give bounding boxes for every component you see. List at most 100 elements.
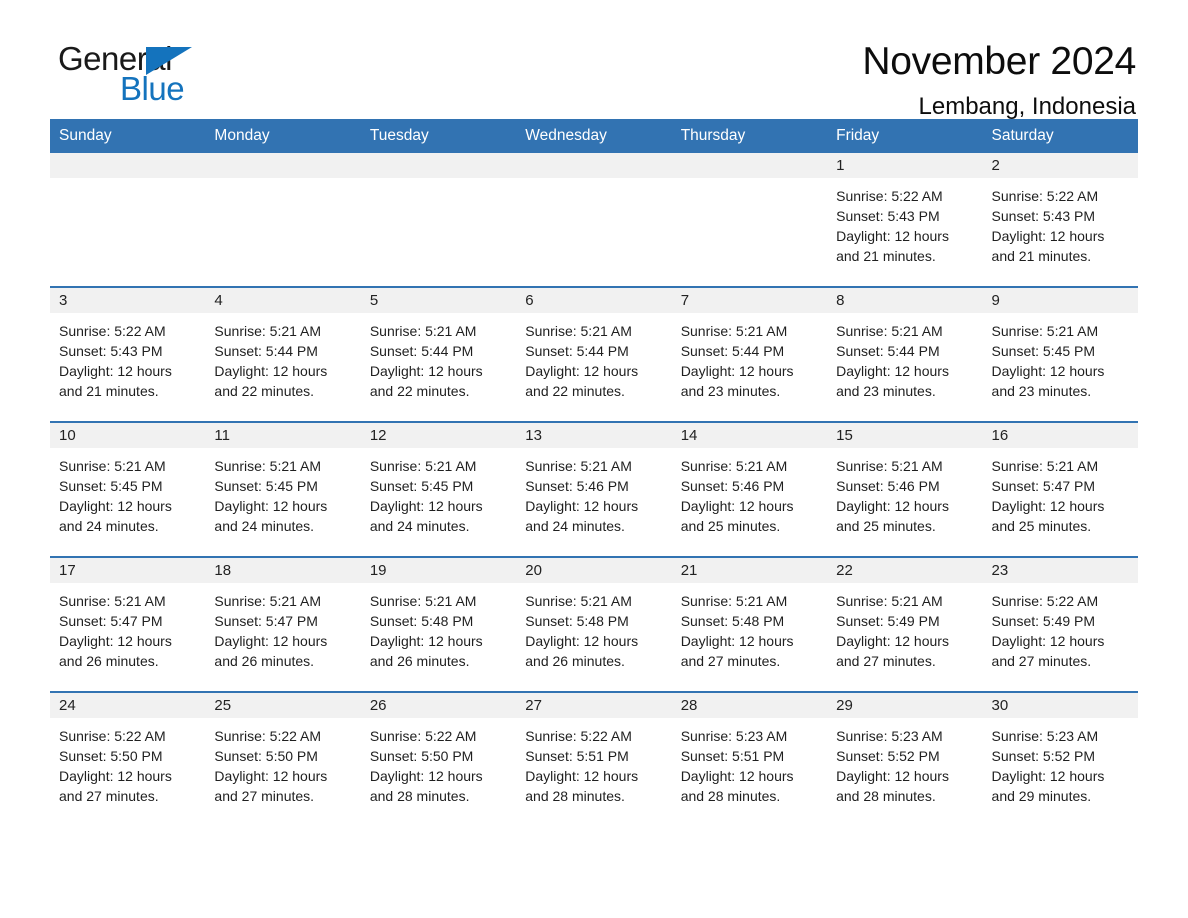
sunrise-text: Sunrise: 5:21 AM — [525, 593, 632, 609]
calendar-day-cell[interactable]: 3 Sunrise: 5:22 AM Sunset: 5:43 PM Daylight… — [50, 286, 206, 422]
sunset-text: Sunset: 5:48 PM — [369, 613, 474, 629]
sunrise-text: Sunrise: 5:22 AM — [836, 188, 943, 204]
calendar-day-cell[interactable]: 23 Sunrise: 5:22 AM Sunset: 5:49 PM Dayligh… — [982, 556, 1138, 692]
calendar-day-cell[interactable]: 2 Sunrise: 5:22 AM Sunset: 5:43 PM Daylight… — [982, 153, 1138, 287]
day-cell-inner: 20 Sunrise: 5:21 AM Sunset: 5:48 PM Dayligh… — [516, 558, 672, 691]
day-number: 19 — [360, 558, 517, 583]
daylight-text: Daylight: 12 hours and 22 minutes. — [525, 363, 639, 399]
calendar-day-cell[interactable]: 14 Sunrise: 5:21 AM Sunset: 5:46 PM Dayligh… — [671, 421, 828, 557]
day-cell-details: Sunrise: 5:21 AM Sunset: 5:44 PM Daylight:… — [361, 313, 516, 401]
calendar-week-row: 10 Sunrise: 5:21 AM Sunset: 5:45 PM Dayligh… — [50, 421, 1138, 557]
daylight-text: Daylight: 12 hours and 28 minutes. — [680, 768, 794, 804]
sunrise-text: Sunrise: 5:21 AM — [369, 458, 477, 474]
calendar-day-cell[interactable]: 25 Sunrise: 5:22 AM Sunset: 5:50 PM Dayligh… — [205, 691, 361, 826]
day-cell-details: Sunrise: 5:22 AM Sunset: 5:43 PM Daylight:… — [827, 178, 982, 266]
calendar-day-cell[interactable]: 15 Sunrise: 5:21 AM Sunset: 5:46 PM Dayligh… — [827, 421, 983, 557]
calendar-day-cell[interactable]: 29 Sunrise: 5:23 AM Sunset: 5:52 PM Dayligh… — [827, 691, 983, 826]
sunrise-text: Sunrise: 5:21 AM — [369, 593, 477, 609]
day-cell-inner — [50, 153, 206, 286]
calendar-day-cell[interactable]: 26 Sunrise: 5:22 AM Sunset: 5:50 PM Dayligh… — [360, 691, 517, 826]
calendar-day-cell[interactable]: 18 Sunrise: 5:21 AM Sunset: 5:47 PM Dayligh… — [205, 556, 361, 692]
calendar-day-cell[interactable]: 12 Sunrise: 5:21 AM Sunset: 5:45 PM Dayligh… — [360, 421, 517, 557]
calendar-day-cell[interactable]: 17 Sunrise: 5:21 AM Sunset: 5:47 PM Dayligh… — [50, 556, 206, 692]
sunrise-text: Sunrise: 5:21 AM — [836, 323, 943, 339]
page-title: November 2024 — [862, 40, 1136, 83]
sunrise-text: Sunrise: 5:22 AM — [369, 728, 477, 744]
sunrise-text: Sunrise: 5:21 AM — [991, 458, 1099, 474]
sunset-text: Sunset: 5:46 PM — [680, 478, 785, 494]
calendar-day-cell[interactable]: 11 Sunrise: 5:21 AM Sunset: 5:45 PM Dayligh… — [205, 421, 361, 557]
sunset-text: Sunset: 5:45 PM — [991, 343, 1096, 359]
day-cell-details: Sunrise: 5:22 AM Sunset: 5:50 PM Daylight:… — [50, 718, 205, 806]
sunset-text: Sunset: 5:48 PM — [680, 613, 785, 629]
calendar-day-cell[interactable]: 22 Sunrise: 5:21 AM Sunset: 5:49 PM Dayligh… — [827, 556, 983, 692]
daylight-text: Daylight: 12 hours and 27 minutes. — [680, 633, 794, 669]
calendar-day-cell[interactable]: 16 Sunrise: 5:21 AM Sunset: 5:47 PM Dayligh… — [982, 421, 1138, 557]
day-cell-inner: 15 Sunrise: 5:21 AM Sunset: 5:46 PM Dayligh… — [827, 423, 983, 556]
calendar-day-cell[interactable]: 19 Sunrise: 5:21 AM Sunset: 5:48 PM Dayligh… — [360, 556, 517, 692]
calendar-day-cell[interactable]: 20 Sunrise: 5:21 AM Sunset: 5:48 PM Dayligh… — [516, 556, 672, 692]
sunset-text: Sunset: 5:45 PM — [369, 478, 474, 494]
day-number: 10 — [50, 423, 206, 448]
daylight-text: Daylight: 12 hours and 26 minutes. — [59, 633, 172, 669]
day-cell-details: Sunrise: 5:21 AM Sunset: 5:48 PM Daylight:… — [361, 583, 516, 671]
day-cell-details: Sunrise: 5:22 AM Sunset: 5:51 PM Daylight:… — [516, 718, 671, 806]
general-blue-logo[interactable]: General Blue — [50, 42, 240, 108]
calendar-day-cell[interactable]: 21 Sunrise: 5:21 AM Sunset: 5:48 PM Dayligh… — [671, 556, 828, 692]
calendar-day-cell[interactable]: 1 Sunrise: 5:22 AM Sunset: 5:43 PM Daylight… — [827, 153, 983, 287]
sunset-text: Sunset: 5:44 PM — [680, 343, 785, 359]
day-cell-inner: 14 Sunrise: 5:21 AM Sunset: 5:46 PM Dayligh… — [671, 423, 828, 556]
calendar-day-cell[interactable]: 4 Sunrise: 5:21 AM Sunset: 5:44 PM Daylight… — [205, 286, 361, 422]
calendar-day-cell[interactable]: 5 Sunrise: 5:21 AM Sunset: 5:44 PM Daylight… — [360, 286, 517, 422]
day-number: 21 — [671, 558, 828, 583]
calendar-cell-empty — [516, 153, 672, 287]
sunrise-text: Sunrise: 5:23 AM — [836, 728, 943, 744]
day-number — [516, 153, 672, 178]
sunset-text: Sunset: 5:51 PM — [680, 748, 785, 764]
sunset-text: Sunset: 5:49 PM — [836, 613, 940, 629]
day-cell-inner: 23 Sunrise: 5:22 AM Sunset: 5:49 PM Dayligh… — [982, 558, 1138, 691]
sunrise-text: Sunrise: 5:22 AM — [59, 323, 166, 339]
calendar-day-cell[interactable]: 9 Sunrise: 5:21 AM Sunset: 5:45 PM Daylight… — [982, 286, 1138, 422]
day-cell-inner: 9 Sunrise: 5:21 AM Sunset: 5:45 PM Daylight… — [982, 288, 1138, 421]
calendar-week-row: 17 Sunrise: 5:21 AM Sunset: 5:47 PM Dayligh… — [50, 556, 1138, 692]
sunset-text: Sunset: 5:52 PM — [836, 748, 940, 764]
day-cell-inner: 28 Sunrise: 5:23 AM Sunset: 5:51 PM Dayligh… — [671, 693, 828, 826]
weekday-header-monday: Monday — [205, 119, 361, 153]
day-number: 28 — [671, 693, 828, 718]
sunset-text: Sunset: 5:46 PM — [836, 478, 940, 494]
day-cell-inner: 21 Sunrise: 5:21 AM Sunset: 5:48 PM Dayligh… — [671, 558, 828, 691]
day-cell-details: Sunrise: 5:21 AM Sunset: 5:44 PM Daylight:… — [827, 313, 982, 401]
day-number: 26 — [360, 693, 517, 718]
sunset-text: Sunset: 5:52 PM — [991, 748, 1096, 764]
weekday-header-saturday: Saturday — [982, 119, 1138, 153]
calendar-day-cell[interactable]: 7 Sunrise: 5:21 AM Sunset: 5:44 PM Daylight… — [671, 286, 828, 422]
sunset-text: Sunset: 5:50 PM — [214, 748, 318, 764]
day-cell-details: Sunrise: 5:21 AM Sunset: 5:45 PM Daylight:… — [361, 448, 516, 536]
day-number: 22 — [827, 558, 983, 583]
day-cell-inner: 6 Sunrise: 5:21 AM Sunset: 5:44 PM Daylight… — [516, 288, 672, 421]
calendar-day-cell[interactable]: 30 Sunrise: 5:23 AM Sunset: 5:52 PM Dayligh… — [982, 691, 1138, 826]
sunrise-text: Sunrise: 5:21 AM — [991, 323, 1099, 339]
calendar-day-cell[interactable]: 6 Sunrise: 5:21 AM Sunset: 5:44 PM Daylight… — [516, 286, 672, 422]
calendar-day-cell[interactable]: 8 Sunrise: 5:21 AM Sunset: 5:44 PM Daylight… — [827, 286, 983, 422]
sunrise-text: Sunrise: 5:22 AM — [214, 728, 322, 744]
day-cell-inner: 10 Sunrise: 5:21 AM Sunset: 5:45 PM Dayligh… — [50, 423, 206, 556]
daylight-text: Daylight: 12 hours and 24 minutes. — [525, 498, 639, 534]
calendar-day-cell[interactable]: 10 Sunrise: 5:21 AM Sunset: 5:45 PM Dayligh… — [50, 421, 206, 557]
calendar-day-cell[interactable]: 13 Sunrise: 5:21 AM Sunset: 5:46 PM Dayligh… — [516, 421, 672, 557]
sunrise-text: Sunrise: 5:23 AM — [680, 728, 788, 744]
day-number: 15 — [827, 423, 983, 448]
daylight-text: Daylight: 12 hours and 26 minutes. — [369, 633, 483, 669]
calendar-day-cell[interactable]: 27 Sunrise: 5:22 AM Sunset: 5:51 PM Dayligh… — [516, 691, 672, 826]
day-cell-details: Sunrise: 5:21 AM Sunset: 5:46 PM Daylight:… — [827, 448, 982, 536]
sunset-text: Sunset: 5:44 PM — [369, 343, 474, 359]
day-cell-details: Sunrise: 5:21 AM Sunset: 5:44 PM Daylight:… — [205, 313, 360, 401]
day-cell-details: Sunrise: 5:23 AM Sunset: 5:52 PM Daylight:… — [827, 718, 982, 806]
weekday-header-friday: Friday — [827, 119, 983, 153]
daylight-text: Daylight: 12 hours and 23 minutes. — [836, 363, 949, 399]
sunset-text: Sunset: 5:44 PM — [836, 343, 940, 359]
day-number — [205, 153, 361, 178]
calendar-day-cell[interactable]: 28 Sunrise: 5:23 AM Sunset: 5:51 PM Dayligh… — [671, 691, 828, 826]
calendar-day-cell[interactable]: 24 Sunrise: 5:22 AM Sunset: 5:50 PM Dayligh… — [50, 691, 206, 826]
